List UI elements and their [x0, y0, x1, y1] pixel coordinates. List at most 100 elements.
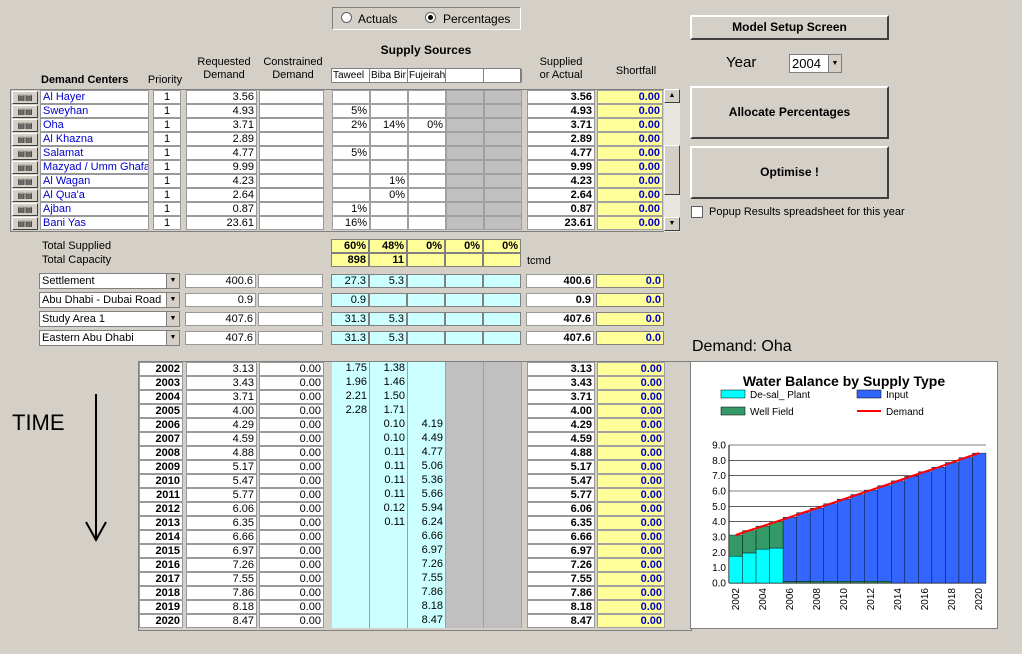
center-name[interactable]: Bani Yas	[40, 216, 149, 230]
center-priority[interactable]: 1	[153, 104, 181, 118]
source-name-0[interactable]: Taweel	[332, 69, 370, 82]
group-select[interactable]: Study Area 1 ▼	[39, 311, 180, 327]
center-source-2[interactable]	[408, 146, 446, 160]
center-source-1[interactable]	[370, 104, 408, 118]
source-name-3[interactable]	[446, 69, 484, 82]
percentages-label[interactable]: Percentages	[443, 12, 510, 26]
row-edit-icon[interactable]: ▤▤	[12, 189, 38, 202]
row-edit-icon[interactable]: ▤▤	[12, 119, 38, 132]
center-source-3[interactable]	[446, 202, 484, 216]
center-constrained[interactable]	[259, 146, 324, 160]
center-name[interactable]: Al Qua'a	[40, 188, 149, 202]
center-priority[interactable]: 1	[153, 118, 181, 132]
center-priority[interactable]: 1	[153, 160, 181, 174]
source-name-1[interactable]: Biba Bir	[370, 69, 408, 82]
group-select[interactable]: Abu Dhabi - Dubai Road ▼	[39, 292, 180, 308]
center-requested[interactable]: 2.64	[186, 188, 257, 202]
center-constrained[interactable]	[259, 202, 324, 216]
center-requested[interactable]: 23.61	[186, 216, 257, 230]
source-name-4[interactable]	[484, 69, 522, 82]
group-select[interactable]: Settlement ▼	[39, 273, 180, 289]
row-edit-icon[interactable]: ▤▤	[12, 161, 38, 174]
center-source-0[interactable]: 1%	[332, 202, 370, 216]
chevron-down-icon[interactable]: ▼	[166, 274, 179, 288]
center-source-4[interactable]	[484, 118, 522, 132]
center-source-4[interactable]	[484, 216, 522, 230]
center-source-3[interactable]	[446, 90, 484, 104]
center-constrained[interactable]	[259, 188, 324, 202]
center-source-4[interactable]	[484, 132, 522, 146]
row-edit-icon[interactable]: ▤▤	[12, 147, 38, 160]
center-source-3[interactable]	[446, 174, 484, 188]
center-source-2[interactable]	[408, 174, 446, 188]
center-source-1[interactable]	[370, 216, 408, 230]
center-source-1[interactable]: 0%	[370, 188, 408, 202]
center-source-0[interactable]	[332, 174, 370, 188]
center-name[interactable]: Salamat	[40, 146, 149, 160]
center-source-2[interactable]	[408, 160, 446, 174]
center-source-3[interactable]	[446, 132, 484, 146]
center-constrained[interactable]	[259, 90, 324, 104]
center-requested[interactable]: 4.23	[186, 174, 257, 188]
center-source-3[interactable]	[446, 188, 484, 202]
center-source-2[interactable]	[408, 132, 446, 146]
center-source-4[interactable]	[484, 90, 522, 104]
center-name[interactable]: Mazyad / Umm Ghafa	[40, 160, 149, 174]
center-source-3[interactable]	[446, 118, 484, 132]
center-requested[interactable]: 3.71	[186, 118, 257, 132]
chevron-down-icon[interactable]: ▼	[166, 331, 179, 345]
center-priority[interactable]: 1	[153, 146, 181, 160]
center-source-2[interactable]	[408, 216, 446, 230]
center-source-2[interactable]	[408, 202, 446, 216]
center-priority[interactable]: 1	[153, 174, 181, 188]
center-source-3[interactable]	[446, 146, 484, 160]
center-name[interactable]: Sweyhan	[40, 104, 149, 118]
center-source-0[interactable]	[332, 90, 370, 104]
center-requested[interactable]: 0.87	[186, 202, 257, 216]
center-constrained[interactable]	[259, 174, 324, 188]
center-name[interactable]: Al Wagan	[40, 174, 149, 188]
source-name-2[interactable]: Fujeirah	[408, 69, 446, 82]
chevron-down-icon[interactable]: ▼	[166, 312, 179, 326]
center-source-1[interactable]	[370, 202, 408, 216]
center-source-4[interactable]	[484, 174, 522, 188]
center-constrained[interactable]	[259, 118, 324, 132]
center-priority[interactable]: 1	[153, 90, 181, 104]
center-source-0[interactable]: 5%	[332, 104, 370, 118]
center-source-1[interactable]	[370, 160, 408, 174]
center-source-4[interactable]	[484, 188, 522, 202]
center-priority[interactable]: 1	[153, 202, 181, 216]
year-select[interactable]: 2004 ▼	[789, 54, 842, 73]
center-source-2[interactable]	[408, 90, 446, 104]
center-source-4[interactable]	[484, 160, 522, 174]
center-source-0[interactable]: 16%	[332, 216, 370, 230]
center-source-0[interactable]: 5%	[332, 146, 370, 160]
center-source-1[interactable]: 1%	[370, 174, 408, 188]
center-constrained[interactable]	[259, 132, 324, 146]
center-source-1[interactable]: 14%	[370, 118, 408, 132]
row-edit-icon[interactable]: ▤▤	[12, 175, 38, 188]
optimise-button[interactable]: Optimise !	[690, 146, 889, 199]
center-source-3[interactable]	[446, 104, 484, 118]
scroll-thumb[interactable]	[664, 145, 680, 195]
center-source-1[interactable]	[370, 90, 408, 104]
center-requested[interactable]: 9.99	[186, 160, 257, 174]
center-priority[interactable]: 1	[153, 216, 181, 230]
scroll-down-button[interactable]: ▼	[664, 217, 680, 231]
row-edit-icon[interactable]: ▤▤	[12, 91, 38, 104]
row-edit-icon[interactable]: ▤▤	[12, 105, 38, 118]
center-source-1[interactable]	[370, 146, 408, 160]
center-source-4[interactable]	[484, 146, 522, 160]
actuals-label[interactable]: Actuals	[358, 12, 397, 26]
allocate-percentages-button[interactable]: Allocate Percentages	[690, 86, 889, 139]
center-requested[interactable]: 3.56	[186, 90, 257, 104]
popup-label[interactable]: Popup Results spreadsheet for this year	[709, 206, 905, 218]
row-edit-icon[interactable]: ▤▤	[12, 133, 38, 146]
chevron-down-icon[interactable]: ▼	[828, 55, 841, 72]
center-source-0[interactable]	[332, 132, 370, 146]
center-source-2[interactable]	[408, 188, 446, 202]
center-source-4[interactable]	[484, 104, 522, 118]
chevron-down-icon[interactable]: ▼	[166, 293, 179, 307]
center-source-2[interactable]	[408, 104, 446, 118]
center-constrained[interactable]	[259, 216, 324, 230]
